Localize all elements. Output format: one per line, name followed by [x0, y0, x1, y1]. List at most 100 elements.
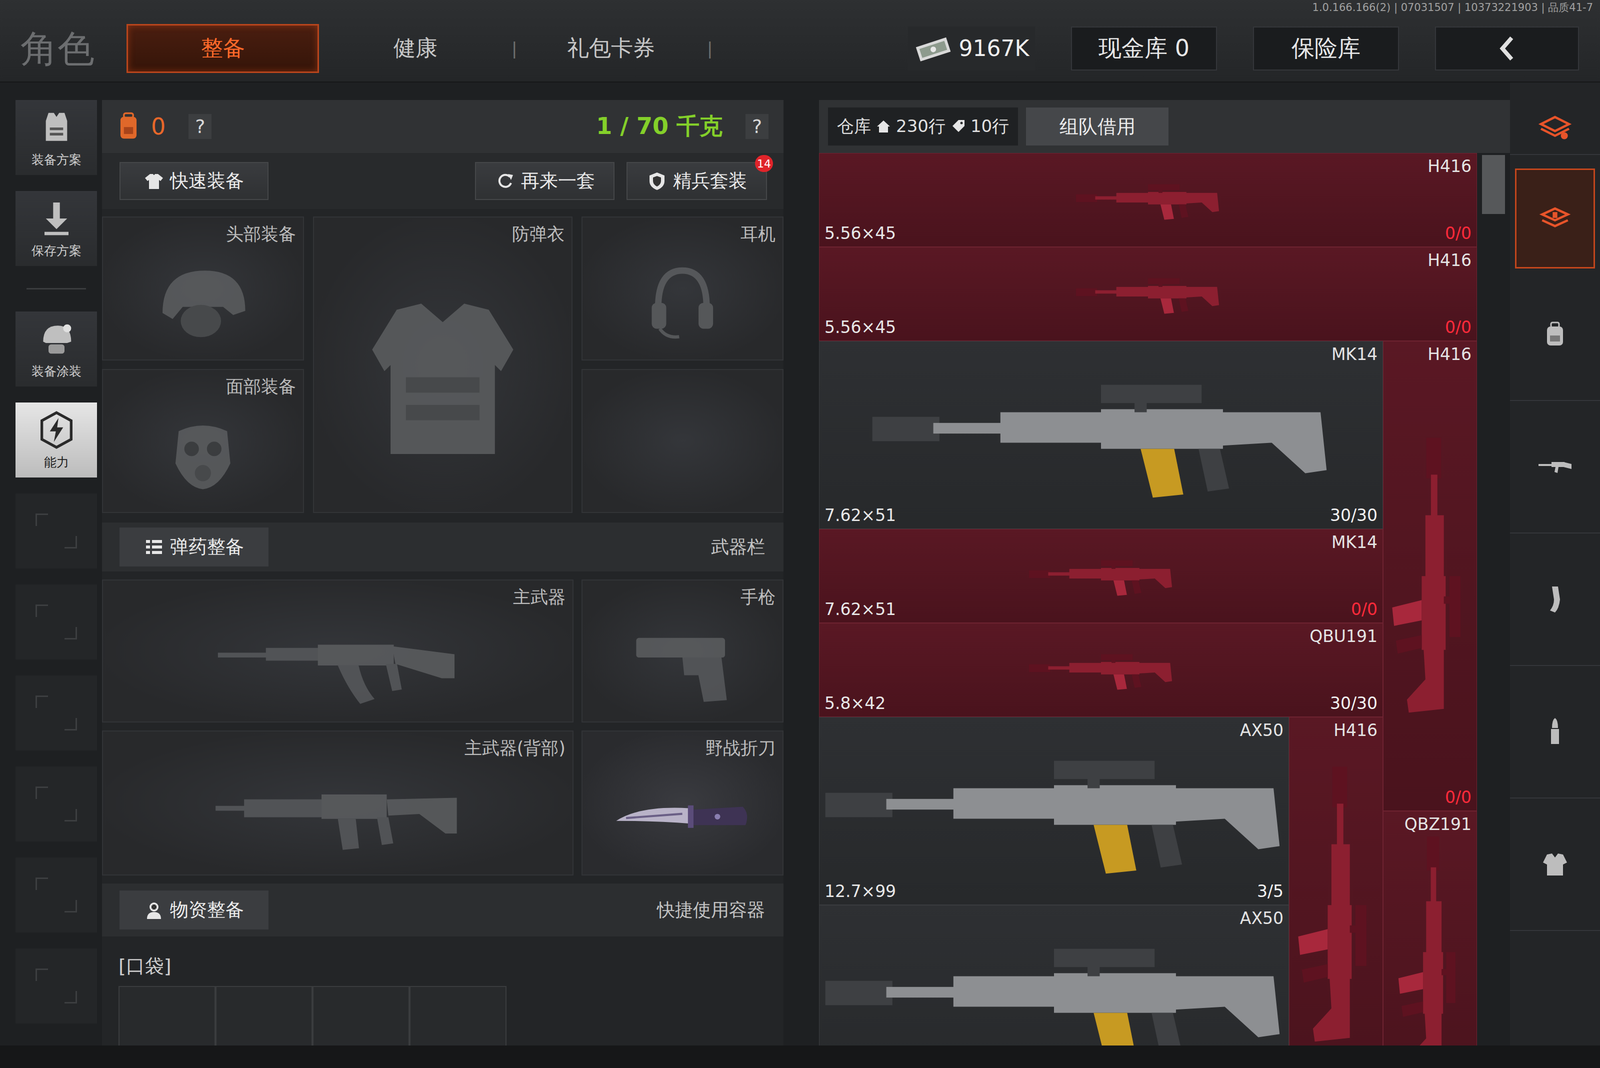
category-tab[interactable] [1510, 666, 1600, 799]
weapon-name: MK14 [819, 341, 1383, 365]
sidebar-item[interactable]: 保存方案 [15, 191, 97, 266]
scrollbar[interactable] [1477, 153, 1510, 1046]
weapon-item[interactable]: AX50 [819, 905, 1289, 1046]
weapon-item[interactable]: MK147.62×510/0 [819, 529, 1383, 623]
weapon-item[interactable]: H416 [1289, 717, 1383, 1046]
pocket-slots [118, 986, 784, 1046]
back-button[interactable] [1435, 26, 1579, 71]
weapon-art [819, 364, 1383, 506]
sidebar-item[interactable]: 装备涂装 [15, 311, 97, 387]
rifle-icon [824, 178, 1472, 222]
weapon-item[interactable]: QBZ191 [1383, 811, 1477, 1046]
weapon-slot-grid: 主武器手枪主武器(背部)野战折刀 [102, 579, 784, 876]
gear-slot[interactable]: 防弹衣 [313, 216, 573, 513]
category-tab[interactable] [1510, 100, 1600, 155]
refresh-icon [495, 171, 515, 191]
weapon-art [1383, 834, 1477, 1046]
weapon-item[interactable]: MK147.62×5130/30 [819, 341, 1383, 529]
supply-loadout-button[interactable]: 物资整备 [119, 890, 269, 930]
category-tab[interactable] [1510, 798, 1600, 931]
slot-art [582, 609, 783, 722]
headset-icon [623, 262, 742, 343]
weapon-item[interactable]: H4160/0 [1383, 341, 1477, 811]
slot-art [103, 609, 573, 722]
slot-corner [64, 809, 77, 822]
loadout-button[interactable]: 再来一套 [475, 162, 615, 200]
backpack-count: 0? [117, 112, 212, 141]
slot-label: 头部装备 [103, 217, 303, 246]
tab[interactable]: 礼包卡券 [514, 24, 707, 73]
help-button[interactable]: ? [188, 114, 212, 139]
pocket-slot[interactable] [409, 986, 507, 1046]
rifle-icon [824, 930, 1284, 1046]
category-tab[interactable] [1515, 168, 1595, 269]
scrollbar-thumb[interactable] [1482, 155, 1505, 214]
warehouse-body: H4165.56×450/0H4165.56×450/0MK147.62×513… [819, 153, 1510, 1046]
weapon-slot[interactable]: 手枪 [581, 579, 784, 723]
category-tab[interactable] [1510, 401, 1600, 534]
weapon-slot[interactable]: 野战折刀 [581, 730, 784, 876]
weapon-name: MK14 [819, 529, 1383, 553]
sidebar-item[interactable]: 能力 [15, 402, 97, 478]
weapon-slot[interactable]: 主武器(背部) [102, 730, 574, 876]
pocket-slot[interactable] [118, 986, 216, 1046]
rifle-icon [1537, 452, 1573, 482]
slot-corner [64, 536, 77, 549]
weapon-item[interactable]: H4165.56×450/0 [819, 247, 1477, 341]
tab[interactable]: 整备 [126, 24, 319, 73]
ammo-loadout-button[interactable]: 弹药整备 [119, 527, 269, 567]
weapon-item[interactable]: H4165.56×450/0 [819, 153, 1477, 247]
vault-button[interactable]: 现金库 0 [1071, 26, 1217, 71]
slot-corner [35, 877, 48, 890]
gear-slot[interactable]: 头部装备 [102, 216, 304, 361]
weapon-footer: 12.7×993/5 [819, 881, 1289, 905]
sidebar-empty-slot [15, 948, 97, 1024]
screen: 1.0.166.166(2) | 07031507 | 10373221903 … [0, 0, 1600, 1068]
backpack-count-text: 0 [151, 113, 166, 140]
weight-display: 1 / 70 千克? [596, 111, 769, 142]
pocket-slot[interactable] [215, 986, 313, 1046]
weight-text: 1 / 70 千克 [596, 111, 723, 142]
slot-art [582, 760, 783, 875]
stack-icon [1537, 112, 1573, 142]
weapon-item[interactable]: QBU1915.8×4230/30 [819, 623, 1383, 717]
sidebar-label: 保存方案 [31, 242, 82, 259]
sidebar: 装备方案保存方案装备涂装能力 [15, 100, 97, 1046]
gas-mask-icon [144, 415, 262, 496]
weapon-ammo: 0/0 [1445, 787, 1472, 808]
tab-separator: | [511, 38, 515, 59]
vest-list-icon [36, 107, 77, 148]
gear-slot[interactable] [581, 369, 784, 513]
house-icon [876, 119, 891, 134]
sidebar-item[interactable]: 装备方案 [15, 100, 97, 175]
warehouse-info: 仓库230行10行 [828, 107, 1018, 146]
weapon-item[interactable]: AX5012.7×993/5 [819, 717, 1289, 905]
weapon-caliber: 5.56×45 [824, 317, 896, 338]
vault-button[interactable]: 保险库 [1253, 26, 1399, 71]
category-tab[interactable] [1510, 268, 1600, 401]
tab[interactable]: 健康 [319, 24, 512, 73]
category-tab[interactable] [1510, 533, 1600, 666]
button-label: 再来一套 [521, 168, 595, 194]
weapon-ammo: 0/0 [1445, 317, 1472, 338]
slot-label: 耳机 [582, 217, 783, 246]
loadout-button[interactable]: 精兵套装14 [626, 162, 767, 200]
weapon-caliber: 7.62×51 [824, 599, 896, 620]
top-row: 角色整备健康|礼包卡券|9167K现金库 0保险库 [0, 15, 1600, 82]
weapon-caliber: 5.8×42 [824, 693, 886, 714]
pocket-slot[interactable] [312, 986, 410, 1046]
vest-icon [366, 279, 520, 479]
weapon-art [819, 740, 1289, 882]
warehouse-header: 仓库230行10行组队借用 [819, 100, 1510, 153]
carbine-icon [177, 776, 499, 858]
weapon-footer: 5.56×45 0/0 [819, 317, 1477, 341]
section-right-label: 武器栏 [711, 535, 765, 560]
weapon-slot[interactable]: 主武器 [102, 579, 574, 723]
gear-slot[interactable]: 面部装备 [102, 369, 304, 513]
slot-label: 手枪 [582, 580, 783, 609]
team-borrow-button[interactable]: 组队借用 [1026, 107, 1169, 146]
help-button[interactable]: ? [745, 114, 769, 139]
tab-separator: | [707, 38, 710, 59]
gear-slot[interactable]: 耳机 [581, 216, 784, 361]
loadout-button[interactable]: 快速装备 [119, 162, 269, 200]
